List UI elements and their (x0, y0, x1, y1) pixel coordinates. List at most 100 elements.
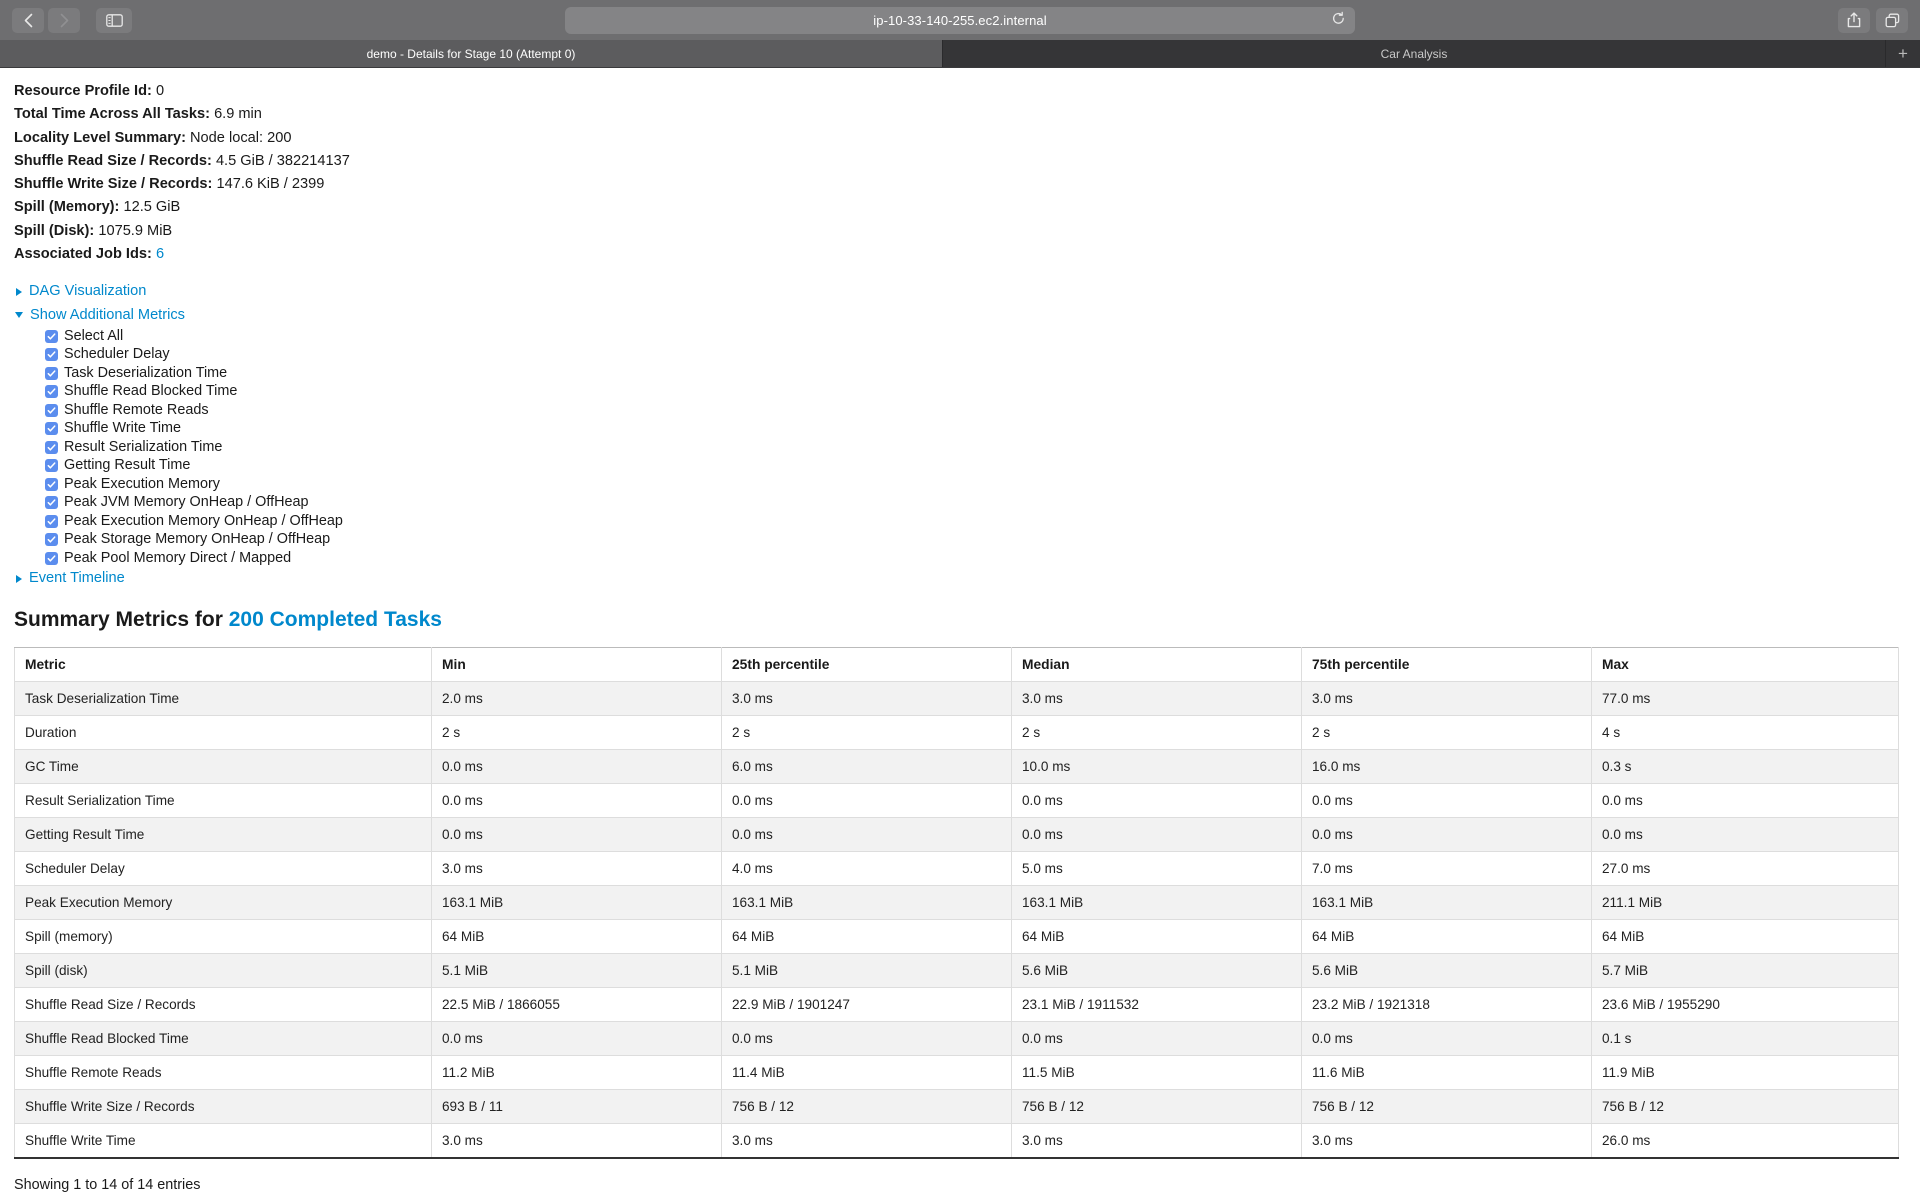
metric-checkbox-row[interactable]: Task Deserialization Time (14, 364, 1920, 383)
checkbox-checked-icon[interactable] (45, 552, 58, 565)
checkbox-checked-icon[interactable] (45, 496, 58, 509)
checkbox-checked-icon[interactable] (45, 367, 58, 380)
table-row: Getting Result Time0.0 ms0.0 ms0.0 ms0.0… (15, 817, 1899, 851)
sidebar-icon (106, 14, 123, 27)
share-button[interactable] (1838, 8, 1870, 33)
metric-value-cell: 23.2 MiB / 1921318 (1302, 987, 1592, 1021)
table-row: Scheduler Delay3.0 ms4.0 ms5.0 ms7.0 ms2… (15, 851, 1899, 885)
column-header[interactable]: Metric (15, 647, 432, 681)
tabs-overview-button[interactable] (1876, 8, 1908, 33)
checkbox-checked-icon[interactable] (45, 478, 58, 491)
associated-job-id-link[interactable]: 6 (156, 246, 164, 262)
column-header[interactable]: 75th percentile (1302, 647, 1592, 681)
metric-checkbox-row[interactable]: Shuffle Read Blocked Time (14, 382, 1920, 401)
stage-summary-line: Resource Profile Id: 0 (14, 80, 1920, 103)
metric-checkbox-label: Shuffle Remote Reads (64, 401, 209, 420)
metric-value-cell: 0.0 ms (1012, 817, 1302, 851)
metric-checkbox-label: Peak JVM Memory OnHeap / OffHeap (64, 493, 308, 512)
address-bar[interactable]: ip-10-33-140-255.ec2.internal (565, 7, 1355, 34)
metric-value-cell: 23.6 MiB / 1955290 (1592, 987, 1899, 1021)
metric-name-cell: Shuffle Write Size / Records (15, 1089, 432, 1123)
checkbox-checked-icon[interactable] (45, 441, 58, 454)
plus-icon: + (1898, 44, 1908, 64)
metric-name-cell: Shuffle Read Blocked Time (15, 1021, 432, 1055)
back-button[interactable] (12, 8, 44, 33)
metric-value-cell: 5.6 MiB (1012, 953, 1302, 987)
reload-icon[interactable] (1332, 12, 1345, 29)
metric-name-cell: Task Deserialization Time (15, 681, 432, 715)
metric-value-cell: 163.1 MiB (1302, 885, 1592, 919)
stage-summary-label: Shuffle Write Size / Records: (14, 176, 212, 192)
metric-value-cell: 2 s (1012, 715, 1302, 749)
table-row: Shuffle Remote Reads11.2 MiB11.4 MiB11.5… (15, 1055, 1899, 1089)
table-row: Result Serialization Time0.0 ms0.0 ms0.0… (15, 783, 1899, 817)
checkbox-checked-icon[interactable] (45, 459, 58, 472)
stage-summary-value: Node local: 200 (190, 130, 291, 146)
event-timeline-toggle[interactable]: Event Timeline (14, 567, 1920, 590)
checkbox-checked-icon[interactable] (45, 330, 58, 343)
checkbox-checked-icon[interactable] (45, 515, 58, 528)
tab-title: demo - Details for Stage 10 (Attempt 0) (367, 47, 576, 61)
metric-value-cell: 2 s (1302, 715, 1592, 749)
checkbox-checked-icon[interactable] (45, 422, 58, 435)
forward-button[interactable] (48, 8, 80, 33)
stage-summary-line: Total Time Across All Tasks: 6.9 min (14, 103, 1920, 126)
metric-checkbox-row[interactable]: Result Serialization Time (14, 438, 1920, 457)
tab-demo-stage-details[interactable]: demo - Details for Stage 10 (Attempt 0) (0, 40, 943, 67)
metric-checkbox-label: Peak Pool Memory Direct / Mapped (64, 549, 291, 568)
metric-checkbox-row[interactable]: Select All (14, 327, 1920, 346)
sidebar-toggle-button[interactable] (96, 8, 132, 33)
metric-value-cell: 2 s (722, 715, 1012, 749)
metric-value-cell: 0.0 ms (722, 783, 1012, 817)
metric-value-cell: 3.0 ms (432, 851, 722, 885)
completed-tasks-link[interactable]: 200 Completed Tasks (229, 608, 442, 631)
stage-summary-value: 147.6 KiB / 2399 (216, 176, 324, 192)
metric-value-cell: 0.0 ms (1592, 783, 1899, 817)
metric-checkbox-row[interactable]: Peak JVM Memory OnHeap / OffHeap (14, 493, 1920, 512)
column-header[interactable]: Max (1592, 647, 1899, 681)
metric-checkbox-label: Task Deserialization Time (64, 364, 227, 383)
stage-summary-line: Spill (Memory): 12.5 GiB (14, 196, 1920, 219)
checkbox-checked-icon[interactable] (45, 404, 58, 417)
table-row: Shuffle Write Size / Records693 B / 1175… (15, 1089, 1899, 1123)
checkbox-checked-icon[interactable] (45, 348, 58, 361)
address-bar-container: ip-10-33-140-255.ec2.internal (565, 7, 1355, 34)
metric-value-cell: 3.0 ms (1012, 681, 1302, 715)
metric-value-cell: 0.0 ms (722, 817, 1012, 851)
column-header[interactable]: Min (432, 647, 722, 681)
stage-summary-value: 6.9 min (214, 106, 262, 122)
summary-metrics-table-container: MetricMin25th percentileMedian75th perce… (14, 647, 1898, 1159)
checkbox-checked-icon[interactable] (45, 533, 58, 546)
metric-value-cell: 64 MiB (1012, 919, 1302, 953)
table-row: Peak Execution Memory163.1 MiB163.1 MiB1… (15, 885, 1899, 919)
metric-checkbox-row[interactable]: Peak Storage Memory OnHeap / OffHeap (14, 530, 1920, 549)
metric-checkbox-row[interactable]: Peak Pool Memory Direct / Mapped (14, 549, 1920, 568)
column-header[interactable]: Median (1012, 647, 1302, 681)
metric-value-cell: 0.0 ms (432, 1021, 722, 1055)
metric-checkbox-row[interactable]: Peak Execution Memory (14, 475, 1920, 494)
metric-value-cell: 16.0 ms (1302, 749, 1592, 783)
metric-value-cell: 756 B / 12 (1592, 1089, 1899, 1123)
metric-checkbox-row[interactable]: Shuffle Write Time (14, 419, 1920, 438)
stage-summary-value: 12.5 GiB (123, 199, 180, 215)
column-header[interactable]: 25th percentile (722, 647, 1012, 681)
metric-name-cell: Shuffle Write Time (15, 1123, 432, 1158)
new-tab-button[interactable]: + (1886, 40, 1920, 67)
show-additional-metrics-label: Show Additional Metrics (30, 304, 185, 327)
checkbox-checked-icon[interactable] (45, 385, 58, 398)
tab-car-analysis[interactable]: Car Analysis (943, 40, 1886, 67)
dag-visualization-toggle[interactable]: DAG Visualization (14, 280, 1920, 303)
metric-value-cell: 0.0 ms (722, 1021, 1012, 1055)
show-additional-metrics-toggle[interactable]: Show Additional Metrics (14, 304, 1920, 327)
metric-checkbox-row[interactable]: Scheduler Delay (14, 345, 1920, 364)
metric-checkbox-row[interactable]: Shuffle Remote Reads (14, 401, 1920, 420)
metric-checkbox-row[interactable]: Peak Execution Memory OnHeap / OffHeap (14, 512, 1920, 531)
metric-value-cell: 10.0 ms (1012, 749, 1302, 783)
metric-name-cell: Spill (memory) (15, 919, 432, 953)
metric-value-cell: 0.0 ms (432, 749, 722, 783)
metric-checkbox-row[interactable]: Getting Result Time (14, 456, 1920, 475)
additional-metrics-checkbox-list: Select AllScheduler DelayTask Deserializ… (14, 327, 1920, 568)
metric-checkbox-label: Peak Execution Memory (64, 475, 220, 494)
metric-value-cell: 6.0 ms (722, 749, 1012, 783)
browser-toolbar: ip-10-33-140-255.ec2.internal (0, 0, 1920, 40)
